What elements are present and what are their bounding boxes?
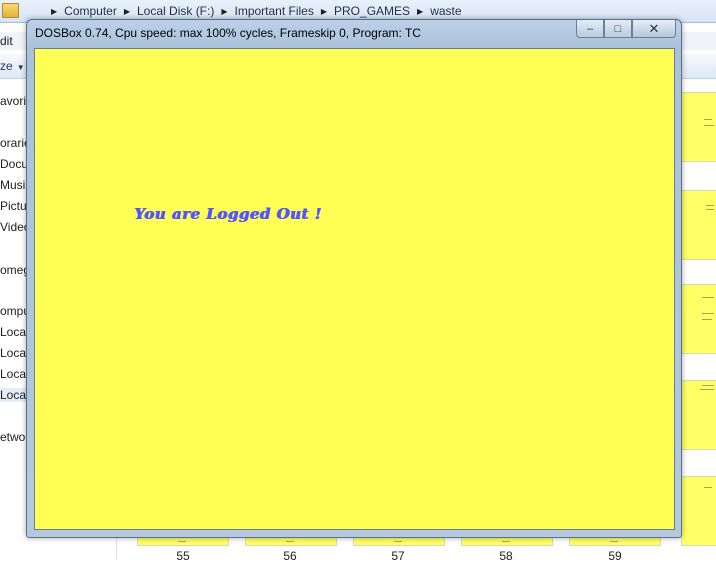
maximize-button[interactable]: □: [604, 20, 632, 38]
organize-button[interactable]: ze ▼: [0, 59, 25, 73]
file-thumbnail[interactable]: [681, 476, 716, 546]
breadcrumb: ▶ Computer ▶ Local Disk (F:) ▶ Important…: [44, 4, 462, 18]
nav-item-documents[interactable]: Docu: [0, 157, 28, 171]
nav-item-local-disk-3[interactable]: Local: [0, 367, 29, 381]
dosbox-window[interactable]: DOSBox 0.74, Cpu speed: max 100% cycles,…: [26, 19, 682, 538]
file-label[interactable]: 57: [378, 549, 418, 563]
dos-screen[interactable]: You are Logged Out !: [34, 48, 675, 530]
window-controls: – □ ✕: [576, 20, 676, 38]
chevron-right-icon[interactable]: ▶: [321, 7, 327, 16]
breadcrumb-computer[interactable]: Computer: [64, 4, 117, 18]
window-title: DOSBox 0.74, Cpu speed: max 100% cycles,…: [35, 26, 421, 40]
nav-item-local-disk-4[interactable]: Local: [0, 388, 29, 402]
maximize-icon: □: [614, 22, 622, 35]
chevron-right-icon[interactable]: ▶: [417, 7, 423, 16]
minimize-icon: –: [586, 22, 594, 35]
file-label[interactable]: 58: [486, 549, 526, 563]
organize-label: ze: [0, 59, 13, 73]
breadcrumb-important-files[interactable]: Important Files: [235, 4, 314, 18]
file-thumbnail[interactable]: [681, 380, 716, 450]
nav-item-network[interactable]: etwo: [0, 430, 25, 444]
logout-message: You are Logged Out !: [134, 205, 322, 223]
close-button[interactable]: ✕: [632, 20, 676, 38]
nav-item-music[interactable]: Musi: [0, 178, 25, 192]
chevron-right-icon[interactable]: ▶: [124, 7, 130, 16]
nav-item-pictures[interactable]: Pictu: [0, 199, 27, 213]
file-thumbnail[interactable]: [681, 92, 716, 162]
nav-item-local-disk-2[interactable]: Local: [0, 346, 29, 360]
menu-edit[interactable]: dit: [0, 34, 13, 48]
minimize-button[interactable]: –: [576, 20, 604, 38]
chevron-right-icon[interactable]: ▶: [51, 7, 57, 16]
file-thumbnail[interactable]: [681, 190, 716, 260]
breadcrumb-waste[interactable]: waste: [430, 4, 461, 18]
file-label[interactable]: 55: [163, 549, 203, 563]
close-icon: ✕: [648, 20, 660, 36]
breadcrumb-pro-games[interactable]: PRO_GAMES: [334, 4, 410, 18]
breadcrumb-local-disk[interactable]: Local Disk (F:): [137, 4, 214, 18]
file-thumbnail[interactable]: [681, 284, 716, 354]
chevron-right-icon[interactable]: ▶: [221, 7, 227, 16]
file-label[interactable]: 56: [270, 549, 310, 563]
chevron-down-icon: ▼: [16, 63, 25, 72]
folder-icon: [2, 3, 19, 18]
file-label[interactable]: 59: [595, 549, 635, 563]
nav-item-local-disk-1[interactable]: Local: [0, 325, 29, 339]
